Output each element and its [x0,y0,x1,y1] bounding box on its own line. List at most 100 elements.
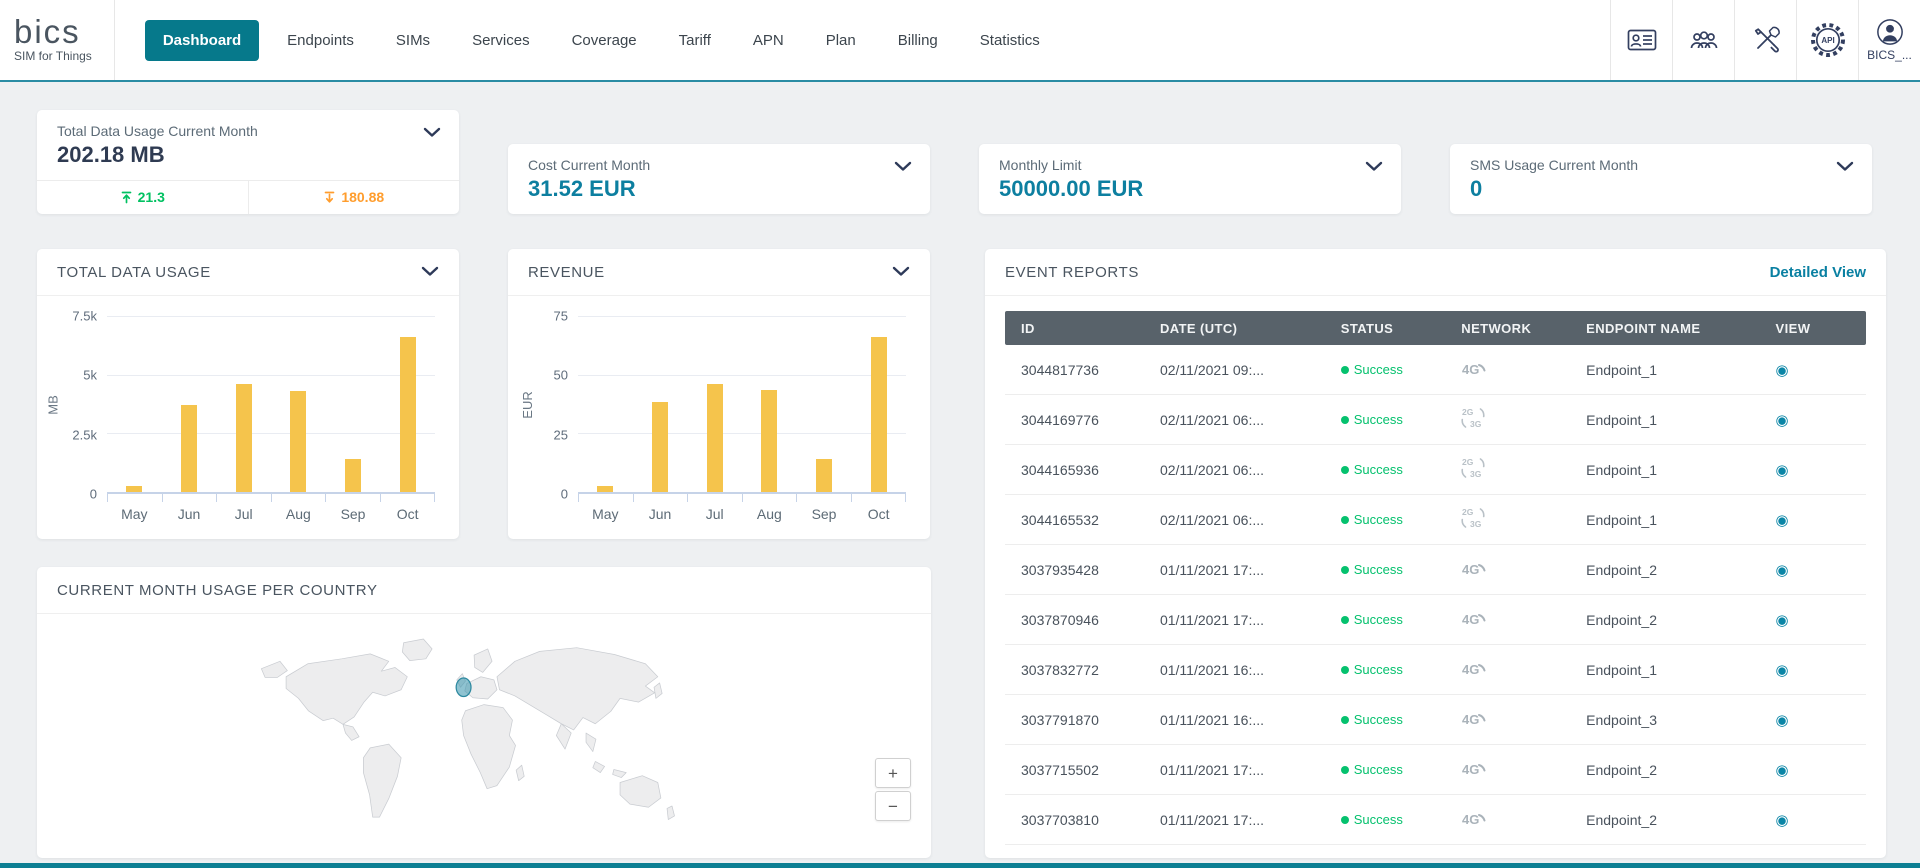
event-status: Success [1341,412,1462,427]
nav-item-services[interactable]: Services [458,21,544,60]
event-id: 3044817736 [1005,362,1160,378]
x-tick-mark [216,494,271,502]
svg-text:2G: 2G [1462,507,1474,517]
nav-item-dashboard[interactable]: Dashboard [145,20,259,61]
api-settings-button[interactable]: API [1796,0,1858,80]
user-groups-button[interactable] [1672,0,1734,80]
x-tick-mark [578,494,633,502]
status-text: Success [1354,812,1403,827]
column-header-id: ID [1005,321,1160,336]
x-tick-label: Jun [633,506,688,522]
total-data-usage-chart-card: TOTAL DATA USAGE MB 7.5k5k2.5k0 [37,249,459,539]
nav-item-tariff[interactable]: Tariff [665,21,725,60]
status-text: Success [1354,562,1403,577]
chevron-down-icon[interactable] [1836,160,1854,175]
api-gear-icon: API [1809,21,1847,59]
chevron-down-icon[interactable] [421,265,439,280]
nav-item-coverage[interactable]: Coverage [558,21,651,60]
nav-item-endpoints[interactable]: Endpoints [273,21,368,60]
chevron-down-icon[interactable] [894,160,912,175]
status-dot [1341,666,1349,674]
header-icon-bar: API BICS_... [1610,0,1920,80]
view-event-button[interactable]: ◉ [1776,561,1789,579]
x-axis-labels: MayJunJulAugSepOct [578,506,906,522]
map-zoom-in-button[interactable]: + [875,758,911,788]
brand-logo[interactable]: bics SIM for Things [0,0,115,80]
account-menu-button[interactable]: BICS_... [1858,0,1920,80]
nav-item-plan[interactable]: Plan [812,21,870,60]
contacts-button[interactable] [1610,0,1672,80]
top-header: bics SIM for Things Dashboard Endpoints SI… [0,0,1920,82]
table-row: 3037715502 01/11/2021 17:... Success 4G … [1005,745,1866,795]
view-event-button[interactable]: ◉ [1776,661,1789,679]
network-4g-icon: 4G [1461,558,1487,578]
x-tick-label: Sep [326,506,381,522]
event-id: 3037935428 [1005,562,1160,578]
event-id: 3044169776 [1005,412,1160,428]
card-value: 31.52 EUR [528,176,910,202]
nav-item-sims[interactable]: SIMs [382,21,444,60]
svg-text:API: API [1821,36,1834,45]
y-tick-label: 2.5k [72,427,97,442]
svg-text:2G: 2G [1462,407,1474,417]
bar [761,390,777,492]
event-table-body: 3044817736 02/11/2021 09:... Success 4G … [1005,345,1866,845]
y-tick-label: 0 [90,487,97,502]
view-event-button[interactable]: ◉ [1776,811,1789,829]
x-tick-label: Aug [271,506,326,522]
map-zoom-out-button[interactable]: − [875,791,911,821]
id-card-icon [1627,28,1657,52]
svg-text:2G: 2G [1462,457,1474,467]
view-event-button[interactable]: ◉ [1776,611,1789,629]
view-event-button[interactable]: ◉ [1776,511,1789,529]
endpoint-name: Endpoint_2 [1586,762,1775,778]
world-map[interactable]: + − [37,614,931,855]
view-event-button[interactable]: ◉ [1776,711,1789,729]
x-tick-label: Oct [851,506,906,522]
svg-text:3G: 3G [1470,519,1482,529]
view-event-button[interactable]: ◉ [1776,411,1789,429]
detailed-view-link[interactable]: Detailed View [1770,264,1866,281]
network-4g-icon: 4G [1461,758,1487,778]
network-4g-icon: 4G [1461,358,1487,378]
y-tick-label: 0 [561,487,568,502]
status-dot [1341,716,1349,724]
table-row: 3044169776 02/11/2021 06:... Success 2G … [1005,395,1866,445]
x-tick-mark [687,494,742,502]
bar [707,384,723,492]
status-dot [1341,816,1349,824]
bar-chart: MB 7.5k5k2.5k0 MayJunJulAugSepOct [37,296,459,522]
chevron-down-icon[interactable] [892,265,910,280]
view-event-button[interactable]: ◉ [1776,461,1789,479]
card-value: 50000.00 EUR [999,176,1381,202]
table-row: 3044817736 02/11/2021 09:... Success 4G … [1005,345,1866,395]
nav-item-apn[interactable]: APN [739,21,798,60]
chevron-down-icon[interactable] [423,126,441,141]
bar-chart: EUR 7550250 MayJunJulAugSepOct [508,296,930,522]
event-network: 4G [1461,658,1586,681]
event-network: 4G [1461,708,1586,731]
x-tick-label: May [107,506,162,522]
event-network: 4G [1461,358,1586,381]
bar [597,486,613,492]
status-text: Success [1354,762,1403,777]
bar [290,391,306,492]
chevron-down-icon[interactable] [1365,160,1383,175]
view-event-button[interactable]: ◉ [1776,761,1789,779]
table-row: 3037870946 01/11/2021 17:... Success 4G … [1005,595,1866,645]
y-tick-label: 7.5k [72,309,97,324]
tools-button[interactable] [1734,0,1796,80]
status-dot [1341,466,1349,474]
view-event-button[interactable]: ◉ [1776,361,1789,379]
bar [400,337,416,492]
x-axis-labels: MayJunJulAugSepOct [107,506,435,522]
event-table-header: IDDATE (UTC)STATUSNETWORKENDPOINT NAMEVI… [1005,311,1866,345]
endpoint-name: Endpoint_2 [1586,562,1775,578]
nav-item-billing[interactable]: Billing [884,21,952,60]
event-status: Success [1341,562,1462,577]
x-tick-mark [162,494,217,502]
table-row: 3044165532 02/11/2021 06:... Success 2G … [1005,495,1866,545]
nav-item-statistics[interactable]: Statistics [966,21,1054,60]
x-tick-mark [271,494,326,502]
logo-tagline: SIM for Things [14,49,92,63]
